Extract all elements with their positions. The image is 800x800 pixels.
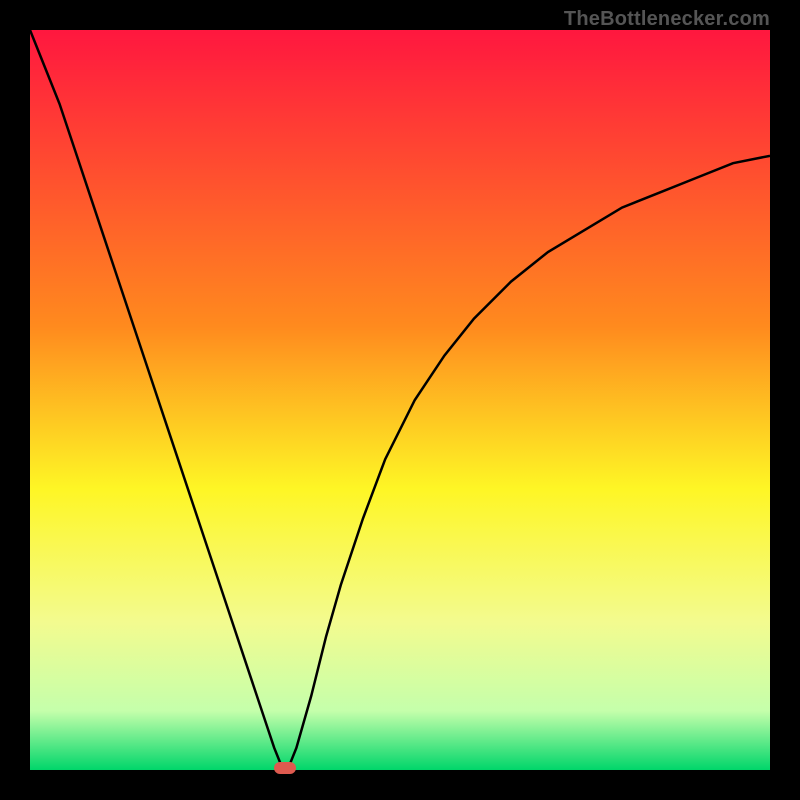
chart-frame: TheBottlenecker.com xyxy=(0,0,800,800)
watermark-text: TheBottlenecker.com xyxy=(564,8,770,31)
gradient-background xyxy=(30,30,770,770)
sweet-spot-marker xyxy=(274,762,296,774)
bottleneck-chart xyxy=(30,30,770,770)
